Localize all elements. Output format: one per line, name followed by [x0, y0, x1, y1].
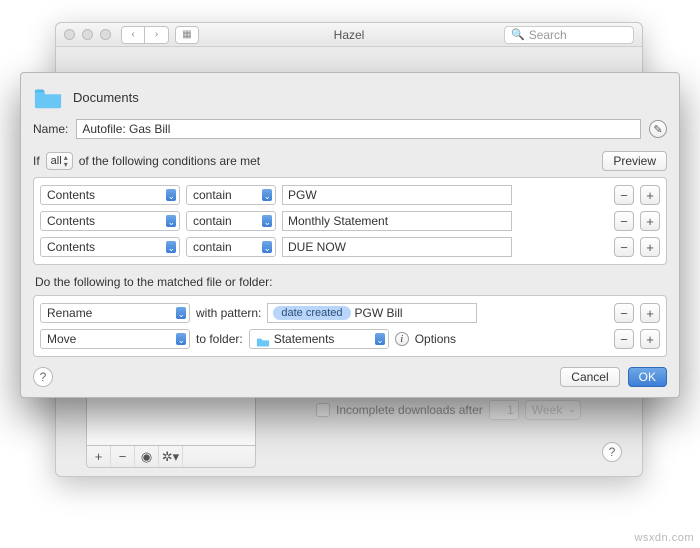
search-placeholder: Search	[529, 28, 567, 42]
cancel-button[interactable]: Cancel	[560, 367, 619, 387]
remove-action-button[interactable]: −	[614, 329, 634, 349]
options-label[interactable]: Options	[415, 332, 456, 346]
actions-header: Do the following to the matched file or …	[35, 275, 667, 289]
add-condition-button[interactable]: +	[640, 185, 660, 205]
forward-button[interactable]: ›	[145, 26, 169, 44]
remove-condition-button[interactable]: −	[614, 185, 634, 205]
search-field[interactable]: 🔍 Search	[504, 26, 634, 44]
incomplete-checkbox[interactable]	[316, 403, 330, 417]
attr-select[interactable]: Contents	[40, 211, 180, 231]
add-condition-button[interactable]: +	[640, 211, 660, 231]
match-value: all	[51, 155, 62, 167]
close-icon[interactable]	[64, 29, 75, 40]
action-label: to folder:	[196, 332, 243, 346]
titlebar: ‹ › ▦ Hazel 🔍 Search	[56, 23, 642, 47]
value-input[interactable]: PGW	[282, 185, 512, 205]
pattern-suffix: PGW Bill	[355, 306, 403, 320]
remove-condition-button[interactable]: −	[614, 237, 634, 257]
search-icon: 🔍	[511, 28, 525, 41]
preview-rule-button[interactable]: ◉	[135, 446, 159, 467]
folder-icon	[33, 85, 63, 109]
condition-row: Contents contain Monthly Statement − +	[38, 208, 662, 234]
remove-rule-button[interactable]: −	[111, 446, 135, 467]
actions-box: Rename with pattern: date created PGW Bi…	[33, 295, 667, 357]
add-rule-button[interactable]: +	[87, 446, 111, 467]
action-row: Move to folder: Statements i Options − +	[38, 326, 662, 352]
attr-select[interactable]: Contents	[40, 237, 180, 257]
rule-editor-sheet: Documents Name: Autofile: Gas Bill ✎ If …	[20, 72, 680, 398]
add-action-button[interactable]: +	[640, 303, 660, 323]
op-select[interactable]: contain	[186, 237, 276, 257]
op-select[interactable]: contain	[186, 211, 276, 231]
back-button[interactable]: ‹	[121, 26, 145, 44]
minimize-icon[interactable]	[82, 29, 93, 40]
pattern-field[interactable]: date created PGW Bill	[267, 303, 477, 323]
incomplete-value[interactable]: 1	[489, 400, 519, 420]
condition-row: Contents contain PGW − +	[38, 182, 662, 208]
action-label: with pattern:	[196, 306, 261, 320]
add-action-button[interactable]: +	[640, 329, 660, 349]
traffic-lights	[64, 29, 111, 40]
zoom-icon[interactable]	[100, 29, 111, 40]
dest-folder-select[interactable]: Statements	[249, 329, 389, 349]
nav-buttons: ‹ ›	[121, 26, 169, 44]
name-label: Name:	[33, 122, 68, 136]
sheet-help-button[interactable]: ?	[33, 367, 53, 387]
ok-button[interactable]: OK	[628, 367, 667, 387]
rule-name-input[interactable]: Autofile: Gas Bill	[76, 119, 641, 139]
cond-rest-label: of the following conditions are met	[79, 154, 260, 168]
conditions-box: Contents contain PGW − + Contents contai…	[33, 177, 667, 265]
match-popup[interactable]: all ▴▾	[46, 152, 73, 170]
op-select[interactable]: contain	[186, 185, 276, 205]
action-row: Rename with pattern: date created PGW Bi…	[38, 300, 662, 326]
folder-icon	[256, 334, 270, 345]
date-created-token[interactable]: date created	[273, 306, 350, 320]
rules-toolbar: + − ◉ ✲▾	[86, 446, 256, 468]
value-input[interactable]: DUE NOW	[282, 237, 512, 257]
action-verb-select[interactable]: Rename	[40, 303, 190, 323]
condition-row: Contents contain DUE NOW − +	[38, 234, 662, 260]
incomplete-unit-select[interactable]: Week	[525, 400, 581, 420]
help-button[interactable]: ?	[602, 442, 622, 462]
info-icon[interactable]: i	[395, 332, 409, 346]
updown-icon: ▴▾	[64, 154, 68, 168]
attr-select[interactable]: Contents	[40, 185, 180, 205]
dest-folder-name: Statements	[274, 330, 335, 348]
action-verb-select[interactable]: Move	[40, 329, 190, 349]
watermark: wsxdn.com	[634, 532, 694, 544]
incomplete-label: Incomplete downloads after	[336, 403, 483, 417]
remove-action-button[interactable]: −	[614, 303, 634, 323]
add-condition-button[interactable]: +	[640, 237, 660, 257]
value-input[interactable]: Monthly Statement	[282, 211, 512, 231]
preview-button[interactable]: Preview	[602, 151, 667, 171]
remove-condition-button[interactable]: −	[614, 211, 634, 231]
folder-title: Documents	[73, 90, 139, 105]
if-label: If	[33, 154, 40, 168]
show-all-button[interactable]: ▦	[175, 26, 199, 44]
note-icon[interactable]: ✎	[649, 120, 667, 138]
gear-menu-button[interactable]: ✲▾	[159, 446, 183, 467]
